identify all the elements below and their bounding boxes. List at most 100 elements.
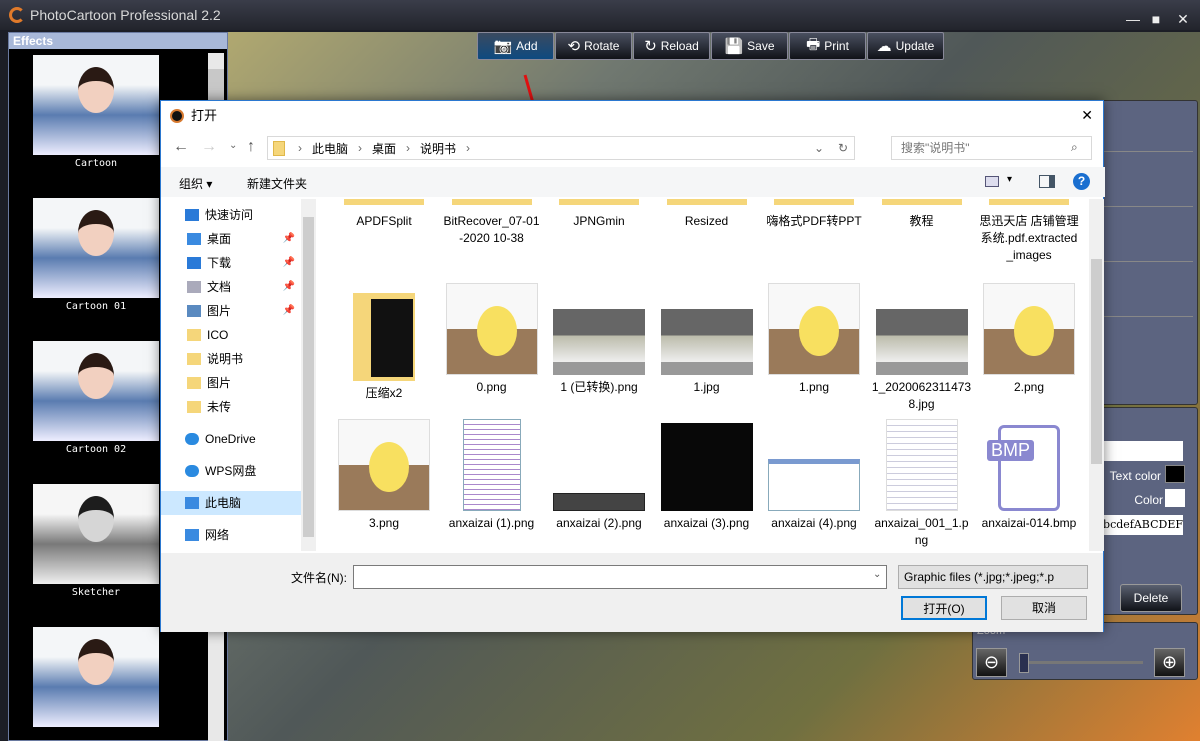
- back-icon[interactable]: ←: [173, 138, 189, 156]
- dialog-close-button[interactable]: ✕: [1081, 107, 1093, 124]
- text-input[interactable]: [1103, 441, 1183, 461]
- nav-item[interactable]: ICO: [161, 323, 301, 347]
- effect-item[interactable]: Sketcher: [33, 484, 159, 598]
- nav-item-label: 未传: [207, 400, 232, 414]
- star-icon: [185, 209, 199, 221]
- nav-item[interactable]: 未传: [161, 395, 301, 419]
- folder-item[interactable]: 思迅天店 店铺管理系统.pdf.extracted_images: [979, 199, 1079, 264]
- file-item[interactable]: 0.png: [442, 283, 542, 396]
- file-item[interactable]: BMP anxaizai-014.bmp: [979, 419, 1079, 532]
- file-item[interactable]: 1.jpg: [657, 283, 757, 396]
- file-name: BitRecover_07-01-2020 10-38: [443, 214, 540, 245]
- view-options-icon[interactable]: [985, 176, 999, 187]
- zoom-out-icon[interactable]: ⊖: [976, 648, 1007, 677]
- file-item[interactable]: anxaizai (3).png: [657, 419, 757, 532]
- file-item[interactable]: anxaizai (2).png: [549, 419, 649, 532]
- effect-item[interactable]: Cartoon 01: [33, 198, 159, 312]
- folder-item[interactable]: BitRecover_07-01-2020 10-38: [442, 199, 542, 247]
- file-item[interactable]: 1_20200623114738.jpg: [872, 283, 972, 413]
- breadcrumb-item[interactable]: 此电脑: [312, 140, 348, 157]
- minimize-button[interactable]: —: [1122, 4, 1144, 34]
- file-item[interactable]: anxaizai_001_1.png: [872, 419, 972, 549]
- file-type-filter[interactable]: Graphic files (*.jpg;*.jpeg;*.p: [898, 565, 1088, 589]
- nav-item-label: 网络: [205, 528, 230, 542]
- nav-scrollbar[interactable]: [301, 199, 316, 551]
- open-button[interactable]: 打开(O): [901, 596, 987, 620]
- preview-pane-icon[interactable]: [1039, 175, 1055, 188]
- folder-item[interactable]: Resized: [657, 199, 757, 230]
- file-name: 0.png: [476, 380, 507, 394]
- filename-input[interactable]: [353, 565, 887, 589]
- breadcrumb-item[interactable]: 桌面: [372, 140, 396, 157]
- folder-item[interactable]: 嗨格式PDF转PPT: [764, 199, 864, 230]
- toolbar-label: Add: [516, 39, 538, 53]
- nav-item[interactable]: 此电脑: [161, 491, 301, 515]
- effect-item[interactable]: Cartoon: [33, 55, 159, 169]
- print-button[interactable]: 🖶 Print: [789, 32, 866, 60]
- nav-item-label: WPS网盘: [205, 464, 257, 478]
- cloud-update-icon: ☁: [876, 38, 892, 55]
- toolbar-label: Save: [747, 39, 775, 53]
- save-button[interactable]: 💾 Save: [711, 32, 788, 60]
- rotate-button[interactable]: ⟲ Rotate: [555, 32, 632, 60]
- reload-button[interactable]: ↻ Reload: [633, 32, 710, 60]
- folder-icon: [187, 377, 201, 389]
- toolbar-label: Rotate: [584, 39, 620, 53]
- download-icon: [187, 257, 201, 269]
- nav-item[interactable]: 快速访问: [161, 203, 301, 227]
- help-icon[interactable]: ?: [1073, 173, 1090, 190]
- nav-item[interactable]: 图片: [161, 371, 301, 395]
- nav-item[interactable]: 下载 📌: [161, 251, 301, 275]
- delete-button[interactable]: Delete: [1120, 584, 1182, 612]
- zoom-slider-track[interactable]: [1019, 661, 1143, 664]
- organize-menu[interactable]: 组织 ▾: [179, 175, 212, 192]
- refresh-icon[interactable]: ↻: [838, 141, 848, 155]
- new-folder-button[interactable]: 新建文件夹: [247, 175, 307, 192]
- effect-item[interactable]: [33, 627, 159, 730]
- nav-item[interactable]: OneDrive: [161, 427, 301, 451]
- view-dropdown-icon[interactable]: ▾: [1007, 174, 1012, 185]
- dialog-title: 打开: [191, 108, 218, 123]
- file-item[interactable]: 2.png: [979, 283, 1079, 396]
- file-list-scrollbar[interactable]: [1089, 199, 1104, 551]
- nav-item[interactable]: 网络: [161, 523, 301, 547]
- file-item[interactable]: anxaizai (4).png: [764, 419, 864, 532]
- file-item[interactable]: 3.png: [334, 419, 434, 532]
- app-title-bar: PhotoCartoon Professional 2.2 — ■ ✕: [0, 0, 1200, 30]
- folder-icon: [187, 329, 201, 341]
- dialog-footer: 文件名(N): ⌄ Graphic files (*.jpg;*.jpeg;*.…: [161, 553, 1103, 632]
- text-color-swatch[interactable]: [1165, 465, 1185, 483]
- zoom-slider-thumb[interactable]: [1019, 653, 1029, 673]
- nav-item[interactable]: 图片 📌: [161, 299, 301, 323]
- folder-item[interactable]: APDFSplit: [334, 199, 434, 230]
- filename-dropdown-icon[interactable]: ⌄: [873, 569, 881, 580]
- folder-item[interactable]: JPNGmin: [549, 199, 649, 230]
- update-button[interactable]: ☁ Update: [867, 32, 944, 60]
- color-swatch[interactable]: [1165, 489, 1185, 507]
- nav-item[interactable]: 桌面 📌: [161, 227, 301, 251]
- file-item[interactable]: 1.png: [764, 283, 864, 396]
- file-item[interactable]: anxaizai (1).png: [442, 419, 542, 532]
- recent-dropdown-icon[interactable]: ⌄: [229, 140, 237, 151]
- up-icon[interactable]: ↑: [247, 138, 255, 156]
- folder-item[interactable]: 压缩x2: [334, 283, 434, 402]
- nav-item[interactable]: 说明书: [161, 347, 301, 371]
- nav-item[interactable]: 文档 📌: [161, 275, 301, 299]
- add-button[interactable]: 📷 Add: [477, 32, 554, 60]
- image-thumbnail: [875, 309, 968, 375]
- folder-item[interactable]: 教程: [872, 199, 972, 230]
- nav-item-label: ICO: [207, 328, 229, 342]
- file-name: APDFSplit: [356, 214, 412, 228]
- effect-item[interactable]: Cartoon 02: [33, 341, 159, 455]
- zoom-in-icon[interactable]: ⊕: [1154, 648, 1185, 677]
- address-dropdown-icon[interactable]: ⌄: [814, 141, 824, 155]
- nav-item[interactable]: WPS网盘: [161, 459, 301, 483]
- cancel-button[interactable]: 取消: [1001, 596, 1087, 620]
- search-input[interactable]: 搜索"说明书": [891, 136, 1092, 160]
- address-bar[interactable]: › 此电脑 › 桌面 › 说明书 › ⌄ ↻: [267, 136, 855, 160]
- breadcrumb-item[interactable]: 说明书: [420, 140, 456, 157]
- file-item[interactable]: 1 (已转换).png: [549, 283, 649, 396]
- maximize-button[interactable]: ■: [1145, 4, 1167, 34]
- close-button[interactable]: ✕: [1172, 4, 1194, 34]
- forward-icon[interactable]: →: [201, 138, 217, 156]
